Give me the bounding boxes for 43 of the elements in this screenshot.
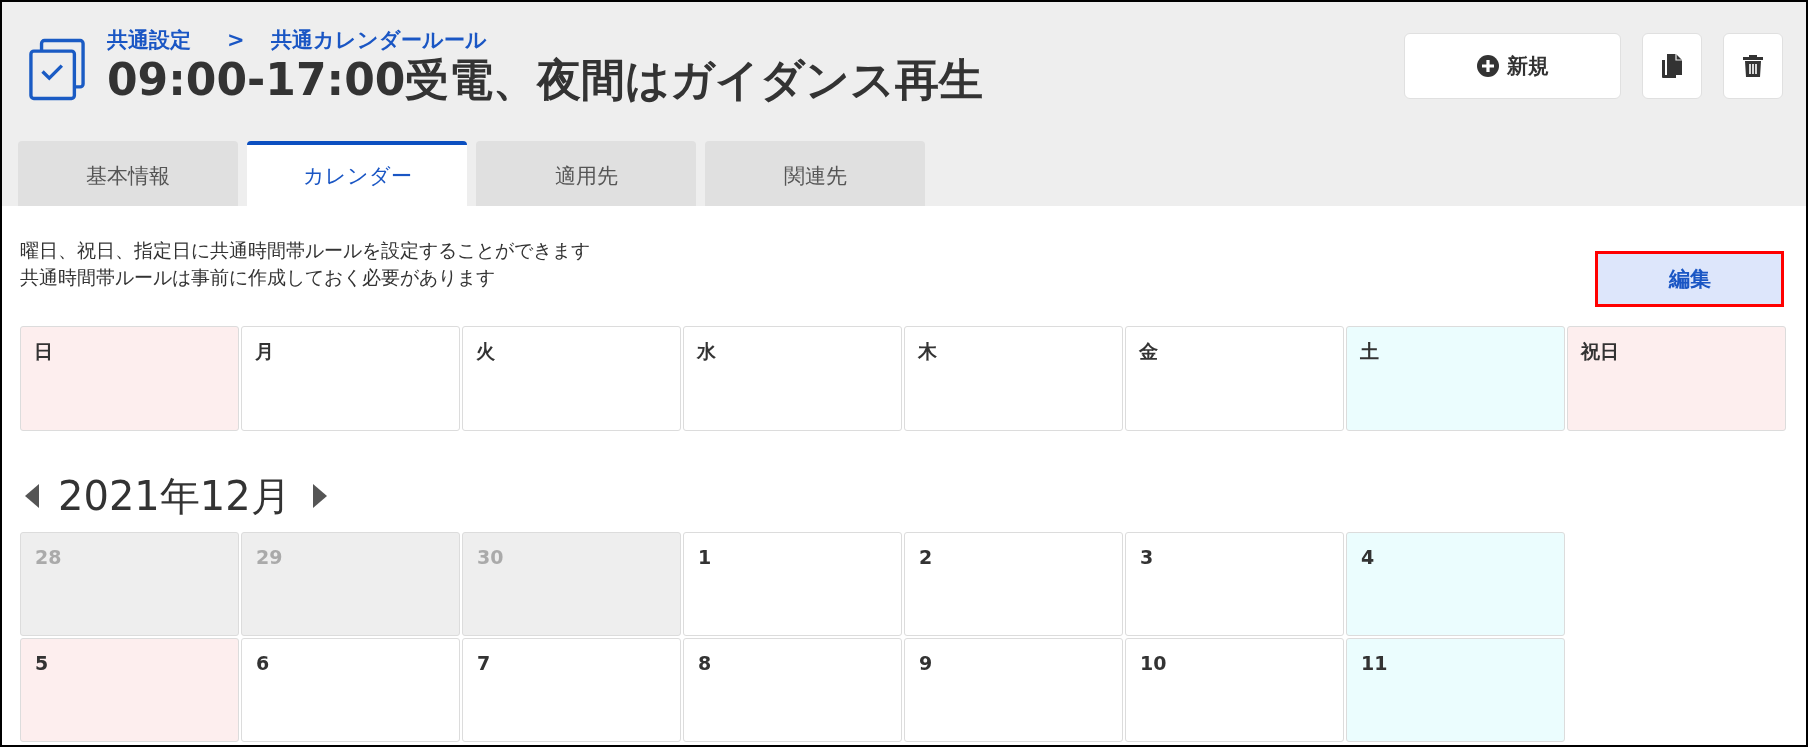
date-cell: 6 xyxy=(241,638,460,742)
delete-button[interactable] xyxy=(1723,33,1783,99)
copy-icon xyxy=(1662,54,1682,78)
checked-box-icon xyxy=(29,38,85,101)
date-cell: 4 xyxy=(1346,532,1565,636)
new-button[interactable]: 新規 xyxy=(1404,33,1621,99)
copy-button[interactable] xyxy=(1642,33,1702,99)
date-cell: 1 xyxy=(683,532,902,636)
weekday-cell: 土 xyxy=(1346,326,1565,431)
tab[interactable]: カレンダー xyxy=(247,141,467,206)
date-cell: 5 xyxy=(20,638,239,742)
plus-circle-icon xyxy=(1476,55,1499,77)
description-text: 共通時間帯ルールは事前に作成しておく必要があります xyxy=(20,265,496,290)
tab[interactable]: 基本情報 xyxy=(18,141,238,206)
tab[interactable]: 関連先 xyxy=(705,141,925,206)
breadcrumb-link[interactable]: 共通カレンダールール xyxy=(270,26,487,54)
date-cell: 3 xyxy=(1125,532,1344,636)
date-cell: 30 xyxy=(462,532,681,636)
weekday-cell: 祝日 xyxy=(1567,326,1786,431)
weekday-cell: 火 xyxy=(462,326,681,431)
weekday-cell: 水 xyxy=(683,326,902,431)
trash-icon xyxy=(1743,55,1763,77)
date-cell: 7 xyxy=(462,638,681,742)
breadcrumb-link[interactable]: 共通設定 xyxy=(107,26,191,54)
weekday-cell: 木 xyxy=(904,326,1123,431)
weekday-cell: 金 xyxy=(1125,326,1344,431)
weekday-cell: 月 xyxy=(241,326,460,431)
date-cell: 8 xyxy=(683,638,902,742)
edit-button[interactable]: 編集 xyxy=(1595,251,1784,307)
date-cell: 28 xyxy=(20,532,239,636)
tab[interactable]: 適用先 xyxy=(476,141,696,206)
right-caret-icon[interactable] xyxy=(312,484,327,508)
page-title: 09:00-17:00受電、夜間はガイダンス再生 xyxy=(107,54,984,106)
breadcrumb-separator: > xyxy=(227,27,245,54)
left-caret-icon[interactable] xyxy=(25,484,39,508)
date-cell: 10 xyxy=(1125,638,1344,742)
date-cell: 29 xyxy=(241,532,460,636)
date-cell: 11 xyxy=(1346,638,1565,742)
weekday-cell: 日 xyxy=(20,326,239,431)
description-text: 曜日、祝日、指定日に共通時間帯ルールを設定することができます xyxy=(20,238,590,263)
date-cell: 9 xyxy=(904,638,1123,742)
month-title: 2021年12月 xyxy=(58,472,291,521)
date-cell: 2 xyxy=(904,532,1123,636)
